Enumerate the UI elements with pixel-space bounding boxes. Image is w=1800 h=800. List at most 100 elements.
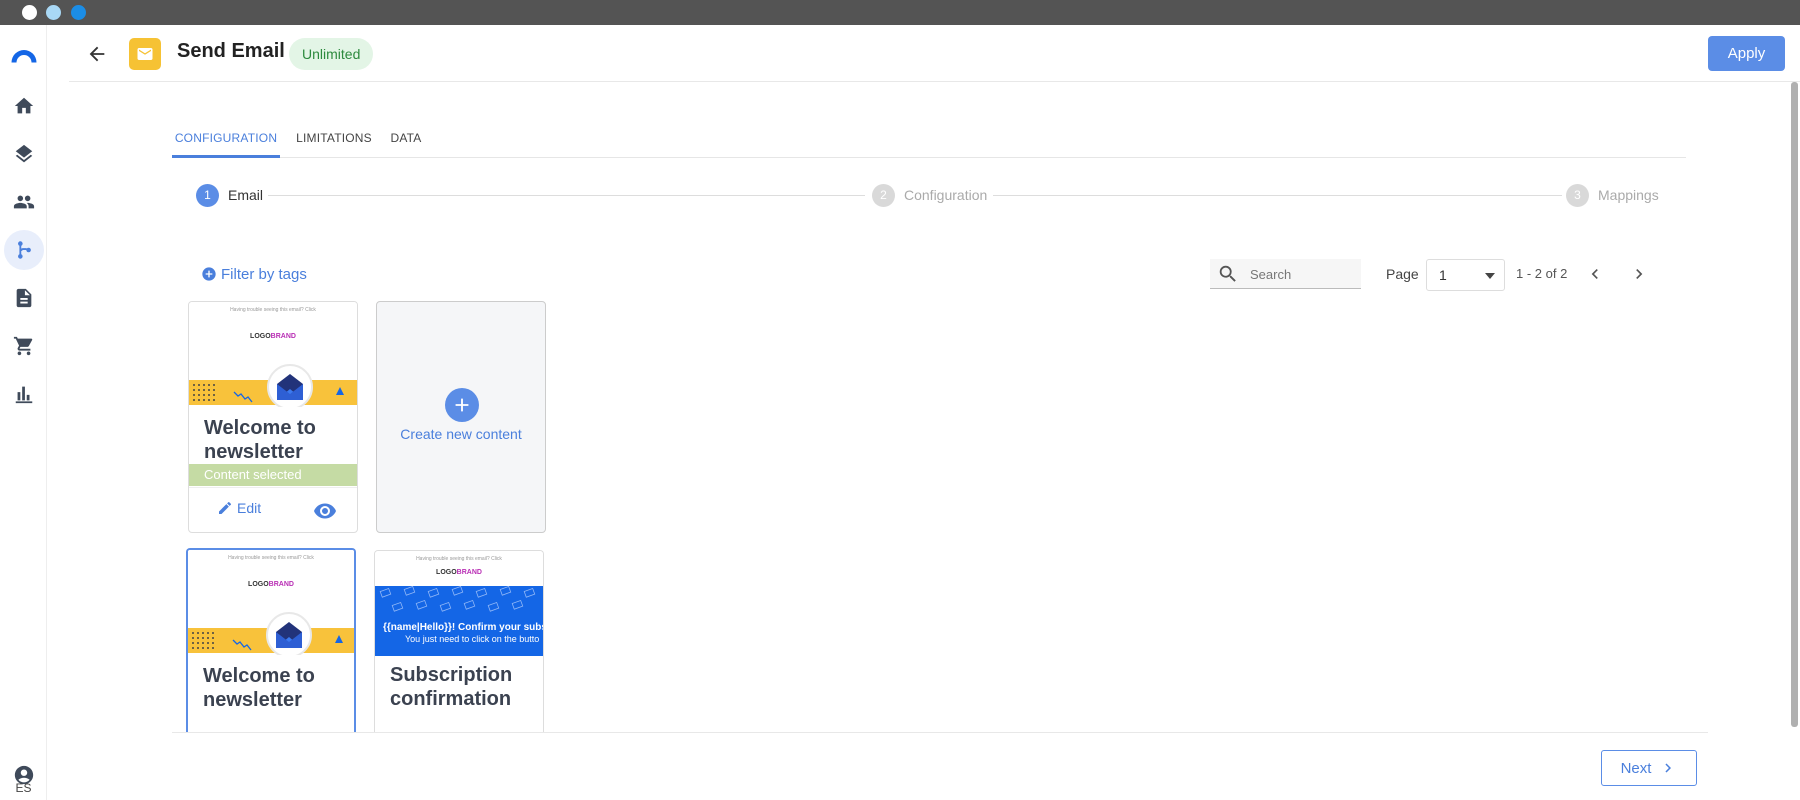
email-app-icon [129, 38, 161, 70]
step-label: Mappings [1598, 187, 1659, 203]
edit-label: Edit [237, 500, 262, 516]
step-connector [993, 195, 1562, 196]
create-new-content-card[interactable]: Create new content [376, 301, 546, 533]
tab-bar: CONFIGURATION LIMITATIONS DATA [172, 120, 1686, 158]
page-label: Page [1386, 266, 1419, 282]
card-title: Welcome to newsletter [203, 664, 315, 712]
next-button[interactable]: Next [1601, 750, 1697, 786]
envelope-illustration [266, 612, 312, 655]
vertical-scrollbar[interactable] [1791, 82, 1798, 727]
envelope-pattern [379, 586, 536, 612]
dots-pattern [193, 384, 215, 401]
page-title: Send Email [177, 40, 285, 62]
email-thumbnail: Having trouble seeing this email? Click … [188, 550, 354, 655]
card-title-line1: Subscription [390, 664, 513, 686]
step-number: 3 [1566, 183, 1589, 207]
step-mappings[interactable]: 3 Mappings [1566, 183, 1659, 207]
envelope-icon [277, 374, 303, 400]
thumbnail-header-text: Having trouble seeing this email? Click [416, 556, 502, 562]
add-circle-icon [202, 267, 216, 281]
page-select[interactable]: 1 [1426, 259, 1505, 291]
content-card-welcome[interactable]: Having trouble seeing this email? Click … [186, 548, 356, 733]
home-icon[interactable] [4, 86, 44, 126]
tab-configuration[interactable]: CONFIGURATION [172, 120, 280, 158]
thumbnail-header-text: Having trouble seeing this email? Click [228, 555, 314, 561]
next-page-button[interactable] [1627, 262, 1651, 286]
step-configuration[interactable]: 2 Configuration [872, 183, 987, 207]
search-input[interactable] [1250, 262, 1355, 286]
chevron-right-icon [1665, 763, 1672, 773]
card-title: Subscription confirmation [390, 663, 512, 711]
tab-data[interactable]: DATA [380, 120, 432, 158]
triangle-pattern [335, 635, 343, 643]
window-close-dot[interactable] [22, 5, 37, 20]
thumbnail-blue-band: {{name|Hello}}! Confirm your subscr You … [375, 586, 543, 656]
logo-text: LOGO [250, 333, 271, 340]
content-selected-status: Content selected [189, 464, 357, 486]
window-titlebar [0, 0, 1800, 25]
plan-badge: Unlimited [289, 38, 374, 70]
envelope-icon [276, 622, 302, 648]
chevron-right-icon [1636, 269, 1643, 279]
filter-by-tags-button[interactable]: Filter by tags [201, 264, 307, 284]
step-number: 2 [872, 183, 895, 207]
document-icon[interactable] [4, 278, 44, 318]
window-maximize-dot[interactable] [71, 5, 86, 20]
next-label: Next [1620, 759, 1652, 777]
page-select-value: 1 [1439, 267, 1447, 283]
thumbnail-logo: LOGOBRAND [189, 333, 357, 340]
content-card-welcome-selected[interactable]: Having trouble seeing this email? Click … [188, 301, 358, 533]
eye-icon [314, 503, 336, 519]
triangle-pattern [336, 387, 344, 395]
thumbnail-logo: LOGOBRAND [375, 569, 543, 576]
zigzag-pattern [232, 639, 252, 651]
thumbnail-headline: {{name|Hello}}! Confirm your subscr [383, 622, 543, 633]
chevron-left-icon [1591, 269, 1598, 279]
pagination-range: 1 - 2 of 2 [1516, 266, 1568, 281]
caret-down-icon [1485, 273, 1495, 279]
window-minimize-dot[interactable] [46, 5, 61, 20]
footer-divider [172, 732, 1708, 733]
header: Send Email Unlimited Apply [69, 25, 1800, 82]
card-title-line2: confirmation [390, 688, 512, 710]
preview-button[interactable] [312, 498, 338, 524]
layers-icon[interactable] [4, 134, 44, 174]
logo-icon[interactable] [4, 35, 44, 75]
cart-icon[interactable] [4, 326, 44, 366]
tab-limitations[interactable]: LIMITATIONS [288, 120, 380, 158]
content-card-subscription[interactable]: Having trouble seeing this email? Click … [374, 550, 544, 733]
card-title-line2: newsletter [203, 689, 302, 711]
zigzag-pattern [233, 391, 253, 403]
user-language: ES [15, 781, 32, 795]
card-title-line1: Welcome to [203, 665, 315, 687]
step-label: Configuration [904, 187, 988, 203]
brand-text: BRAND [268, 581, 294, 588]
email-thumbnail: Having trouble seeing this email? Click … [375, 551, 543, 656]
edit-button[interactable]: Edit [217, 500, 261, 516]
logo-text: LOGO [436, 569, 457, 576]
card-title-line2: newsletter [204, 441, 303, 463]
chart-icon[interactable] [4, 374, 44, 414]
thumbnail-header-text: Having trouble seeing this email? Click [230, 307, 316, 313]
step-number: 1 [196, 183, 219, 207]
logo-text: LOGO [248, 581, 269, 588]
previous-page-button[interactable] [1583, 262, 1607, 286]
back-arrow-icon[interactable] [84, 41, 110, 67]
flow-icon[interactable] [4, 230, 44, 270]
pencil-icon [219, 501, 232, 514]
filter-label: Filter by tags [221, 265, 307, 283]
create-new-content-label: Create new content [400, 426, 522, 442]
sidebar: ES [0, 25, 47, 800]
card-title-line1: Welcome to [204, 417, 316, 439]
apply-button[interactable]: Apply [1708, 36, 1785, 71]
thumbnail-logo: LOGOBRAND [188, 581, 354, 588]
dots-pattern [192, 632, 214, 649]
search-box [1210, 259, 1361, 289]
step-email[interactable]: 1 Email [196, 183, 263, 207]
brand-text: BRAND [456, 569, 482, 576]
email-thumbnail: Having trouble seeing this email? Click … [189, 302, 357, 407]
card-actions: Edit [189, 487, 357, 532]
search-icon [1219, 265, 1236, 282]
people-icon[interactable] [4, 182, 44, 222]
step-label: Email [228, 187, 264, 203]
